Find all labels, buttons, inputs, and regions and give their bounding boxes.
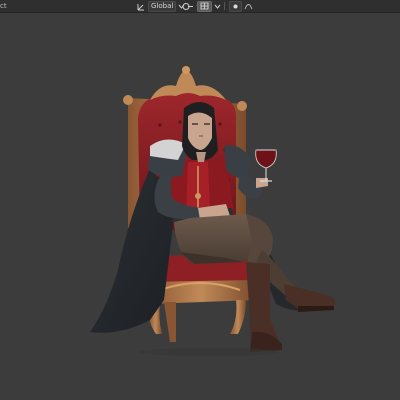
orientation-value: Global [148, 0, 177, 12]
character-head [182, 102, 218, 162]
3d-viewport[interactable]: ct Global [0, 0, 400, 400]
toolbar-divider [224, 2, 225, 10]
falloff-icon[interactable] [244, 2, 253, 10]
pivot-icon [182, 2, 194, 11]
transform-orientation-dropdown[interactable]: Global [137, 0, 185, 12]
snap-chevron-icon [214, 3, 221, 10]
header-truncated-label: ct [0, 2, 7, 10]
snap-toggle[interactable] [197, 0, 221, 12]
character-model-render [90, 66, 336, 356]
snap-icon [197, 0, 212, 12]
proportional-edit-icon [229, 0, 242, 12]
transform-orientation-icon [137, 2, 146, 11]
proportional-edit-toggle[interactable] [222, 0, 253, 12]
wine-glass [255, 149, 277, 182]
